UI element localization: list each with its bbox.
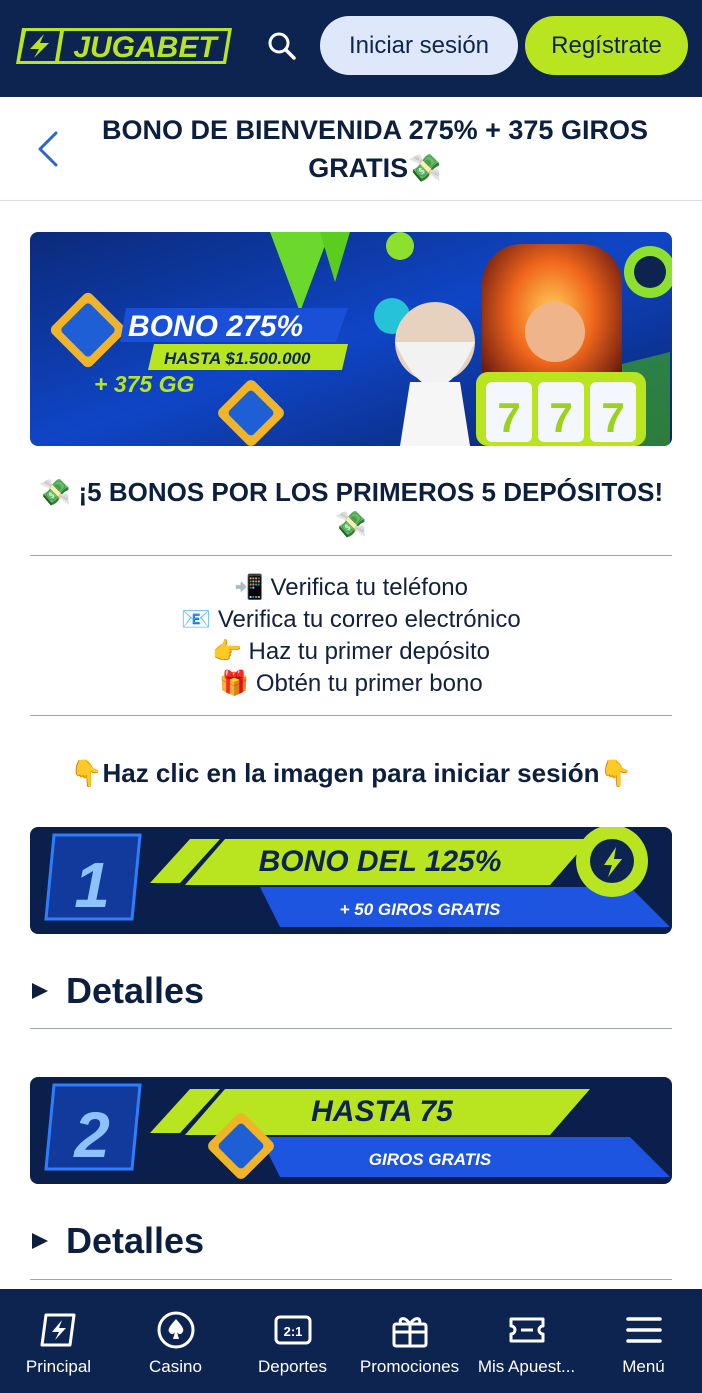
nav-casino[interactable]: Casino: [117, 1289, 234, 1393]
jugabet-logo[interactable]: JUGABET: [14, 24, 240, 68]
hero-hasta-text: HASTA $1.500.000: [164, 349, 311, 368]
click-image-cta: 👇Haz clic en la imagen para iniciar sesi…: [70, 758, 632, 788]
details-toggle-2[interactable]: Detalles: [30, 1219, 672, 1263]
step-verify-email: 📧 Verifica tu correo electrónico: [181, 606, 521, 633]
details-toggle-1[interactable]: Detalles: [30, 969, 672, 1013]
divider: [30, 1279, 672, 1280]
top-header: JUGABET Iniciar sesión Regístrate: [0, 0, 702, 97]
nav-label: Principal: [25, 1357, 92, 1376]
nav-mis-apuestas[interactable]: Mis Apuest...: [468, 1289, 585, 1393]
promo-1-main: BONO DEL 125%: [259, 845, 502, 878]
step-verify-phone: 📲 Verifica tu teléfono: [233, 574, 468, 601]
register-button[interactable]: Regístrate: [525, 16, 688, 75]
details-label: Detalles: [66, 1220, 205, 1261]
nav-deportes[interactable]: 2:1 Deportes: [234, 1289, 351, 1393]
five-bonuses-headline: 💸 ¡5 BONOS POR LOS PRIMEROS 5 DEPÓSITOS!…: [38, 477, 664, 539]
nav-label: Menú: [622, 1357, 665, 1376]
logo-text: JUGABET: [73, 31, 219, 64]
login-button[interactable]: Iniciar sesión: [320, 16, 518, 75]
nav-label: Casino: [149, 1357, 202, 1376]
promo-banner-2[interactable]: 2 HASTA 75 GIROS GRATIS: [30, 1077, 672, 1184]
promo-1-number: 1: [74, 849, 110, 921]
nav-menu[interactable]: Menú: [585, 1289, 702, 1393]
page-title: BONO DE BIENVENIDA 275% + 375 GIROS GRAT…: [102, 115, 648, 183]
svg-text:7: 7: [601, 394, 624, 441]
search-icon[interactable]: [262, 26, 302, 66]
svg-text:7: 7: [549, 394, 572, 441]
step-first-deposit: 👉 Haz tu primer depósito: [212, 638, 490, 665]
svg-text:7: 7: [497, 394, 520, 441]
title-bar: BONO DE BIENVENIDA 275% + 375 GIROS GRAT…: [0, 97, 702, 201]
spade-chip-icon: [157, 1311, 194, 1349]
nav-principal[interactable]: Principal: [0, 1289, 117, 1393]
svg-text:2:1: 2:1: [283, 1324, 302, 1339]
promo-1-sub: + 50 GIROS GRATIS: [340, 900, 501, 919]
promo-2-main: HASTA 75: [311, 1095, 454, 1128]
bolt-icon: [40, 1313, 75, 1347]
disclosure-triangle-icon: [32, 983, 48, 999]
promo-2-number: 2: [73, 1099, 110, 1171]
ticket-icon: [509, 1317, 544, 1343]
promo-banner-1[interactable]: 1 BONO DEL 125% + 50 GIROS GRATIS: [30, 827, 672, 934]
details-label: Detalles: [66, 970, 205, 1011]
promo-2-sub: GIROS GRATIS: [369, 1150, 492, 1169]
welcome-bonus-banner[interactable]: 7 7 7 BONO 275% HASTA $1.500.000 + 375 G…: [30, 232, 672, 446]
hero-gg-text: + 375 GG: [94, 371, 194, 397]
nav-label: Mis Apuest...: [477, 1357, 576, 1376]
divider: [30, 715, 672, 716]
hamburger-icon: [625, 1317, 662, 1343]
nav-label: Deportes: [258, 1357, 327, 1376]
gift-icon: [392, 1317, 427, 1348]
back-arrow-icon[interactable]: [32, 129, 66, 169]
divider: [30, 1028, 672, 1029]
hero-bono-text: BONO 275%: [128, 310, 303, 343]
steps-list: 📲 Verifica tu teléfono 📧 Verifica tu cor…: [30, 572, 672, 700]
divider: [30, 555, 672, 556]
odds-icon: 2:1: [274, 1315, 311, 1345]
nav-label: Promociones: [359, 1357, 460, 1376]
nav-promociones[interactable]: Promociones: [351, 1289, 468, 1393]
bottom-navigation: Principal Casino 2:1 Deportes Promocione…: [0, 1289, 702, 1393]
step-first-bonus: 🎁 Obtén tu primer bono: [219, 670, 483, 697]
disclosure-triangle-icon: [32, 1233, 48, 1249]
